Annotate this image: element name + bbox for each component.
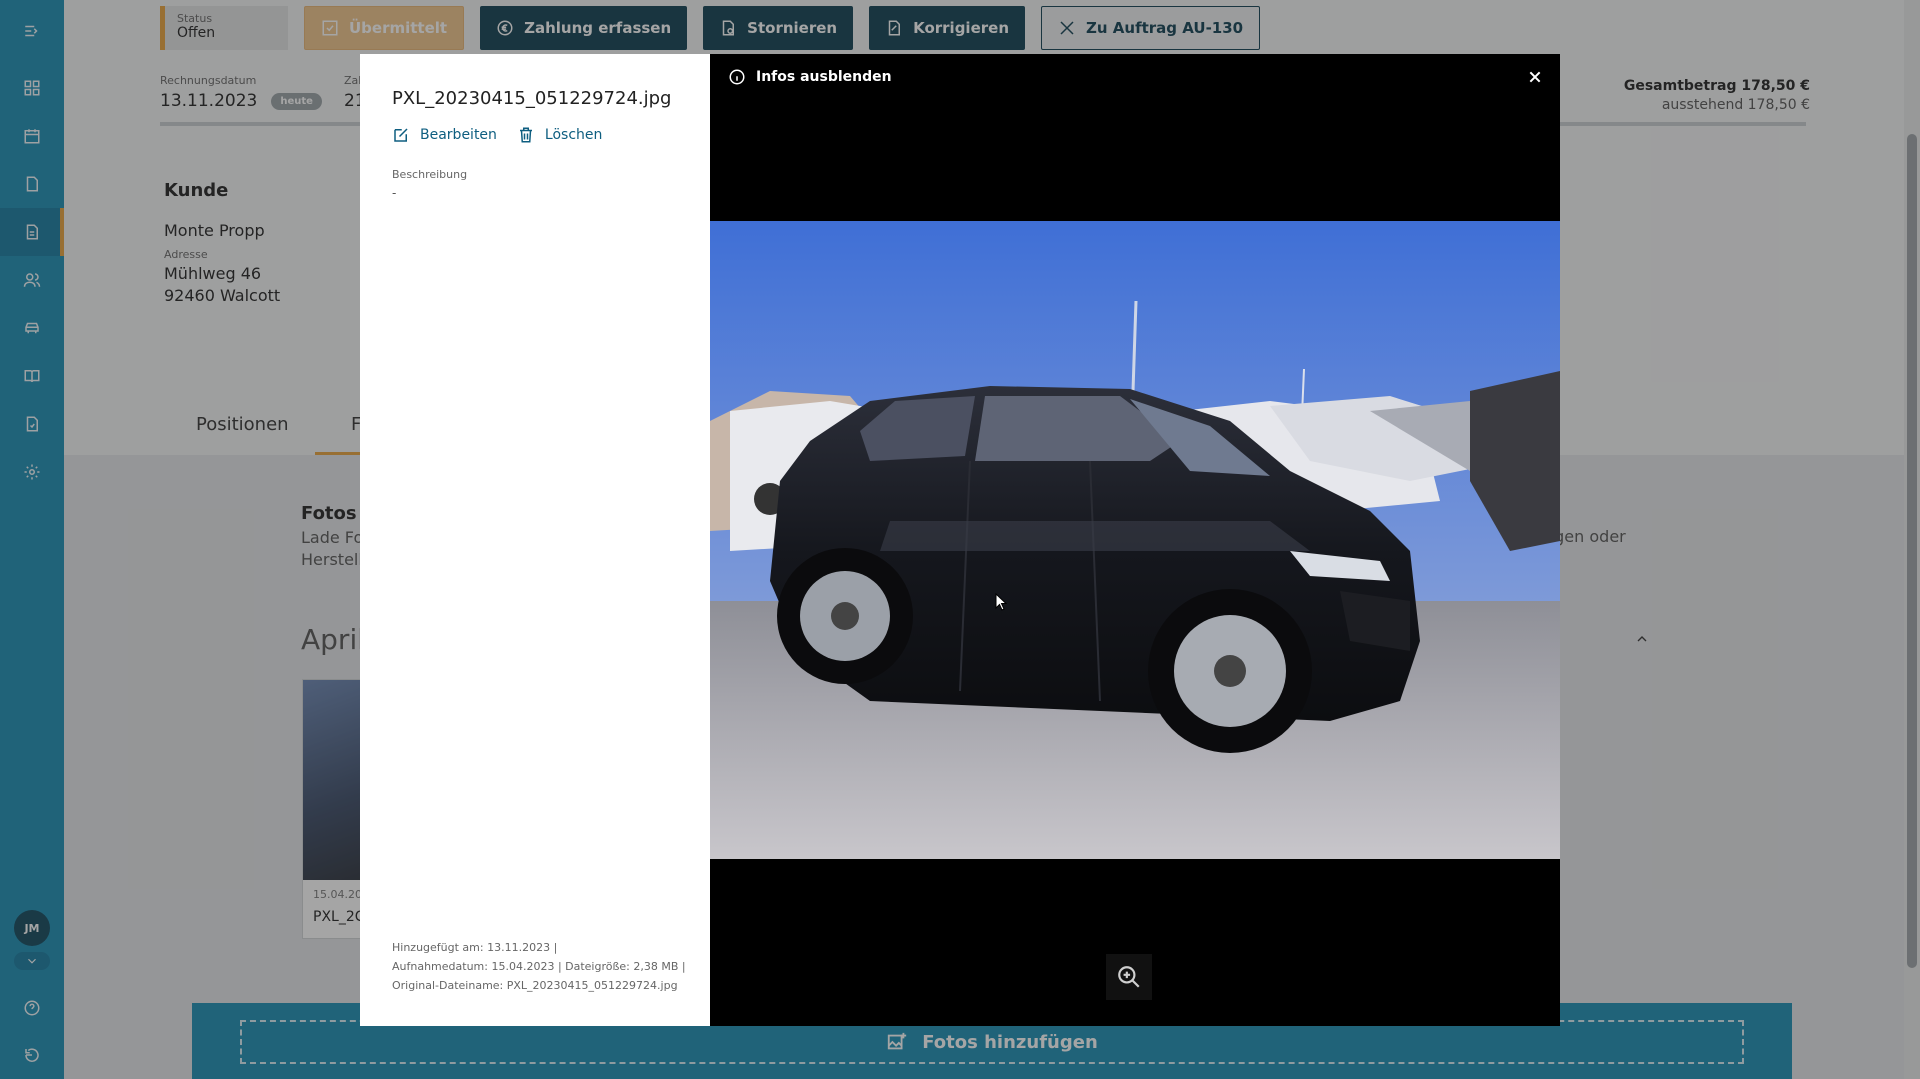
close-icon: [1529, 71, 1541, 83]
photo-original-name: Original-Dateiname: PXL_20230415_0512297…: [392, 979, 678, 992]
trash-icon: [519, 127, 532, 143]
photo-description-label: Beschreibung: [392, 168, 468, 181]
edit-photo-label: Bearbeiten: [420, 127, 497, 143]
close-viewer-button[interactable]: [1524, 66, 1546, 88]
info-icon: [729, 69, 745, 85]
photo-taken-date-size: Aufnahmedatum: 15.04.2023 | Dateigröße: …: [392, 960, 686, 973]
delete-photo-label: Löschen: [544, 127, 603, 143]
vehicle-photo[interactable]: [710, 221, 1560, 859]
edit-icon: [394, 128, 408, 142]
zoom-in-icon: [1118, 966, 1140, 988]
photo-viewer-modal: PXL_20230415_051229724.jpg Bearbeiten Lö…: [360, 54, 1560, 1026]
delete-photo-button[interactable]: Löschen: [517, 126, 602, 144]
mouse-cursor: [995, 592, 1008, 615]
zoom-in-button[interactable]: [1106, 954, 1152, 1000]
photo-added-date: Hinzugefügt am: 13.11.2023 |: [392, 941, 558, 954]
cursor-icon: [995, 592, 1008, 611]
edit-photo-button[interactable]: Bearbeiten: [392, 126, 497, 144]
photo-description-value: -: [392, 186, 397, 200]
photo-metadata: Hinzugefügt am: 13.11.2023 | Aufnahmedat…: [392, 938, 686, 995]
photo-info-panel: PXL_20230415_051229724.jpg Bearbeiten Lö…: [360, 54, 710, 1026]
photo-viewer: Infos ausblenden: [710, 54, 1560, 1026]
hide-info-button[interactable]: Infos ausblenden: [728, 68, 892, 86]
vehicle-photo-image: [710, 221, 1560, 859]
hide-info-label: Infos ausblenden: [756, 69, 892, 85]
photo-file-name: PXL_20230415_051229724.jpg: [392, 88, 672, 109]
